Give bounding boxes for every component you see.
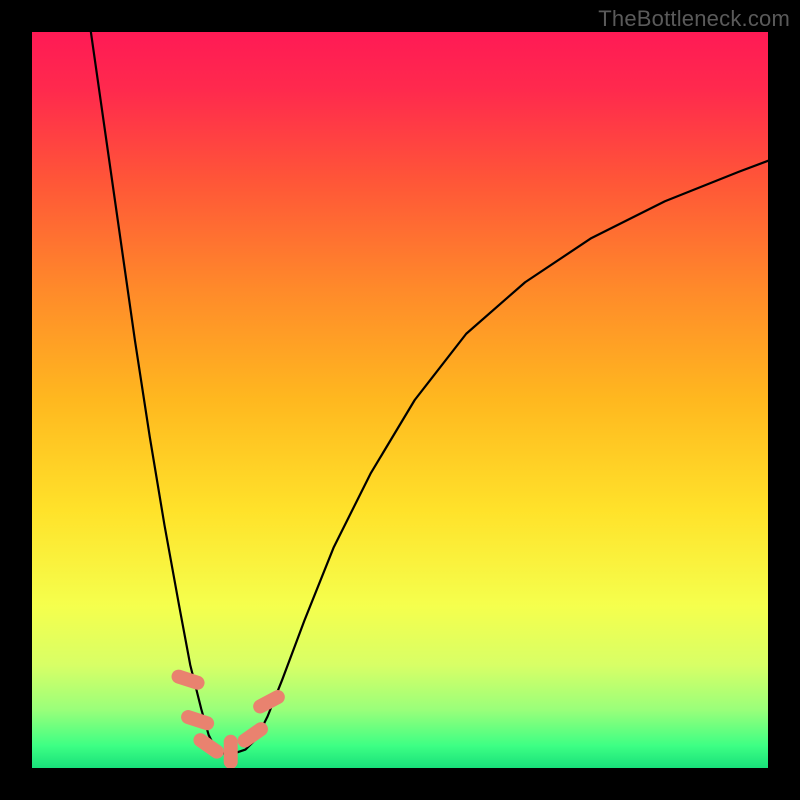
marker-lozenge (224, 735, 238, 768)
gradient-background (32, 32, 768, 768)
watermark-text: TheBottleneck.com (598, 6, 790, 32)
chart-svg (32, 32, 768, 768)
outer-frame: TheBottleneck.com (0, 0, 800, 800)
plot-area (32, 32, 768, 768)
